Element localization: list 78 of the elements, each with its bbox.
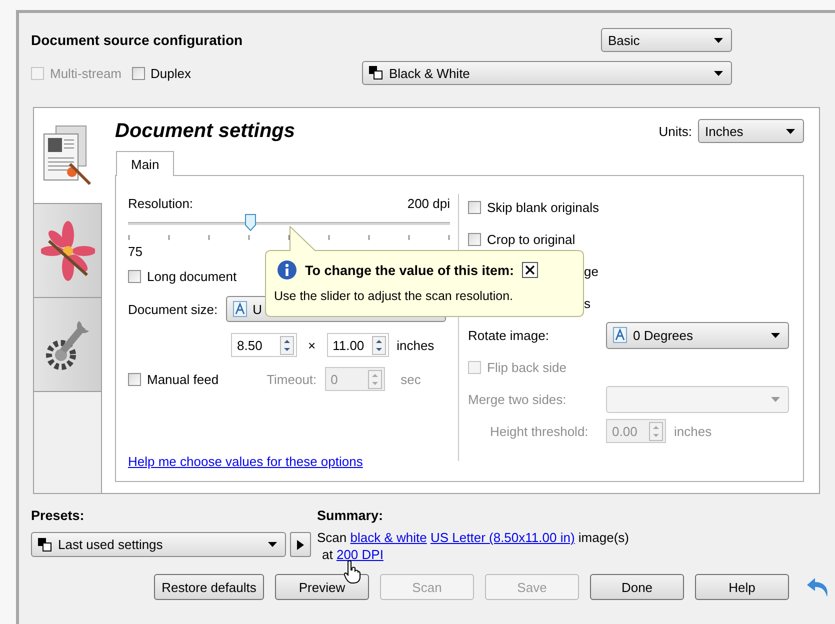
- option-label: Rotate image:: [468, 328, 550, 342]
- checkbox-label: Flip back side: [487, 360, 566, 374]
- unit-label: inches: [674, 424, 712, 438]
- summary-text: Scan black & white US Letter (8.50x11.00 in) image(s): [317, 530, 629, 545]
- presets-label: Presets:: [31, 508, 86, 525]
- checkbox-label: Manual feed: [147, 372, 219, 386]
- color-mode-icon: [369, 66, 383, 80]
- hand-cursor-icon: [343, 560, 361, 584]
- caret-icon: [714, 70, 723, 76]
- document-icon: [42, 124, 94, 188]
- option-label: s: [584, 296, 590, 310]
- info-icon: [277, 260, 297, 280]
- summary-link[interactable]: 200 DPI: [336, 547, 384, 562]
- side-tab[interactable]: [34, 204, 101, 298]
- option-dropdown[interactable]: 0 Degrees: [606, 322, 789, 348]
- document-size-label: Document size:: [128, 302, 218, 316]
- checkbox-label: Skip blank originals: [487, 200, 600, 214]
- dialog-button[interactable]: Help: [695, 574, 789, 600]
- slider-min-label: 75: [128, 244, 144, 259]
- summary-link[interactable]: US Letter (8.50x11.00 in): [430, 530, 575, 545]
- settings-title: Document settings: [115, 120, 296, 142]
- slider-thumb[interactable]: [245, 214, 256, 231]
- dialog-button[interactable]: Restore defaults: [154, 574, 264, 600]
- checkbox-label: Duplex: [150, 66, 191, 80]
- side-tab[interactable]: [34, 298, 101, 392]
- caret-icon: [771, 332, 780, 338]
- presets-dropdown[interactable]: Last used settings: [31, 532, 286, 557]
- color-mode-dropdown[interactable]: Black & White: [362, 61, 732, 85]
- checkbox[interactable]: [128, 372, 141, 386]
- option-label: ge: [584, 264, 598, 278]
- checkbox-label: Crop to original: [487, 232, 576, 246]
- caret-icon: [268, 542, 277, 547]
- resolution-label: Resolution:: [128, 196, 194, 211]
- color-mode-icon: [38, 538, 52, 552]
- checkbox-label: Long document: [147, 269, 237, 284]
- checkbox-label: Multi-stream: [50, 66, 122, 80]
- checkbox[interactable]: [468, 200, 481, 214]
- caret-icon: [786, 128, 795, 134]
- timeout-unit: sec: [400, 372, 421, 386]
- spin-arrows-icon: [649, 422, 663, 440]
- caret-icon: [771, 396, 780, 402]
- times-sign: ×: [308, 338, 316, 352]
- spin-arrows-icon: [372, 336, 386, 354]
- page-icon: [232, 301, 247, 317]
- play-icon: [297, 540, 304, 550]
- spin-arrows-icon: [368, 370, 382, 388]
- section-title: Document source configuration: [31, 32, 244, 48]
- number-field[interactable]: 8.50: [231, 333, 297, 357]
- dialog-button[interactable]: Preview: [275, 574, 369, 600]
- checkbox[interactable]: [468, 232, 481, 246]
- dialog-button[interactable]: Done: [590, 574, 684, 600]
- tooltip-title: To change the value of this item:: [305, 262, 514, 278]
- flower-icon: [40, 220, 94, 280]
- resolution-slider[interactable]: [128, 214, 450, 232]
- checkbox[interactable]: [132, 66, 145, 80]
- summary-text: at 200 DPI: [321, 547, 384, 562]
- tooltip-text: Use the slider to adjust the scan resolution.: [273, 288, 514, 303]
- unit-label: inches: [396, 338, 434, 352]
- page-icon: [613, 327, 627, 343]
- help-link[interactable]: Help me choose values for these options: [128, 454, 363, 469]
- units-label: Units:: [658, 124, 692, 138]
- expand-button[interactable]: [290, 532, 311, 557]
- resolution-reading: 200 dpi: [407, 196, 450, 211]
- option-label: Height threshold:: [489, 424, 590, 438]
- checkbox[interactable]: [128, 270, 141, 283]
- mode-dropdown[interactable]: Basic: [601, 28, 732, 52]
- close-button[interactable]: [522, 262, 538, 278]
- units-dropdown[interactable]: Inches: [698, 119, 804, 143]
- tab[interactable]: Main: [116, 151, 174, 176]
- timeout-label: Timeout:: [266, 372, 317, 386]
- summary-link[interactable]: black & white: [350, 530, 427, 545]
- option-label: Merge two sides:: [468, 392, 568, 406]
- number-field[interactable]: 11.00: [326, 333, 389, 357]
- undo-arrow-icon[interactable]: [806, 576, 830, 598]
- side-tab[interactable]: [34, 108, 102, 204]
- summary-label: Summary:: [317, 508, 384, 525]
- caret-icon: [714, 38, 723, 42]
- spin-arrows-icon: [280, 336, 294, 354]
